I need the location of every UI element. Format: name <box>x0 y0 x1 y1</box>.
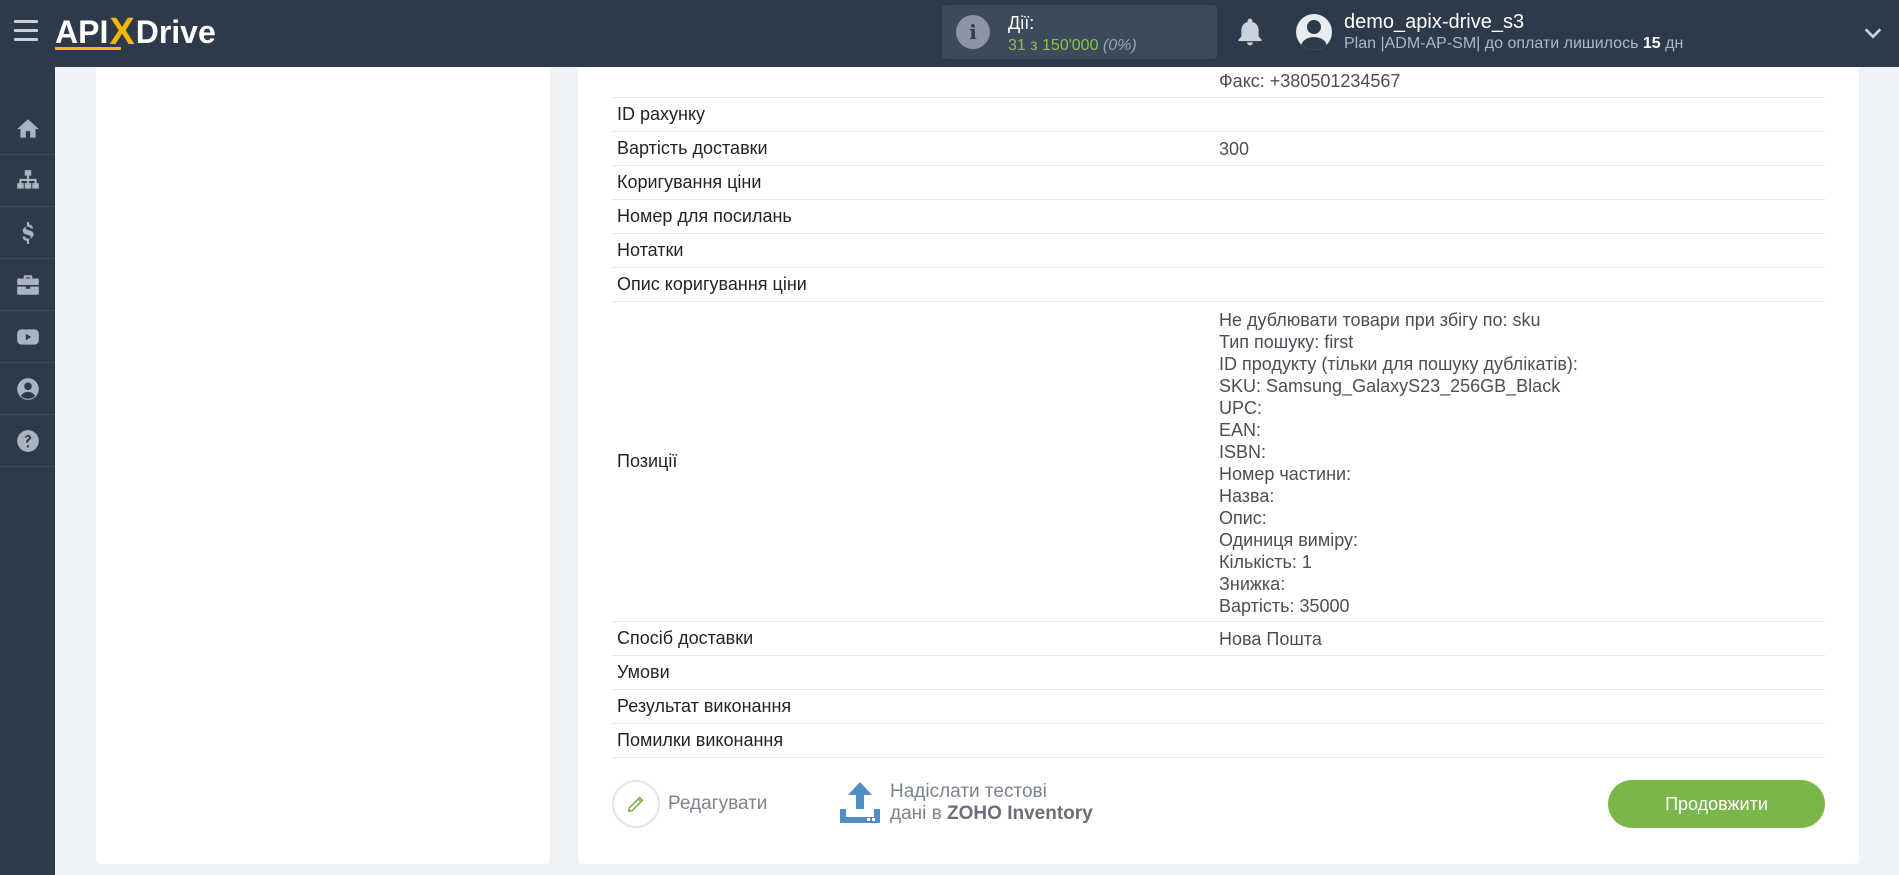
field-name: Позиції <box>617 451 678 471</box>
sidebar-item-connections[interactable] <box>0 155 55 207</box>
sidebar-item-video[interactable] <box>0 311 55 363</box>
sitemap-icon <box>16 169 39 189</box>
position-line: Тип пошуку: first <box>1219 332 1354 352</box>
table-row: ID рахунку <box>612 98 1825 132</box>
sidebar-item-services[interactable] <box>0 259 55 311</box>
table-row: Номер для посилань <box>612 200 1825 234</box>
actions-count: 31 з 150'000 (0%) <box>1008 37 1137 54</box>
pencil-icon <box>612 780 660 828</box>
user-avatar-icon[interactable] <box>1296 14 1332 50</box>
field-name: Умови <box>617 662 670 682</box>
position-line: ID продукту (тільки для пошуку дублікаті… <box>1219 354 1578 374</box>
main-panel: Факс: +380501234567 ID рахунку Вартість … <box>578 67 1859 864</box>
table-row: Умови <box>612 656 1825 690</box>
position-line: Знижка: <box>1219 574 1286 594</box>
left-panel <box>96 67 550 864</box>
position-line: Назва: <box>1219 486 1275 506</box>
position-line: Опис: <box>1219 508 1267 528</box>
position-line: UPC: <box>1219 398 1263 418</box>
field-name: Коригування ціни <box>617 172 762 192</box>
actions-label: Дії: <box>1008 13 1035 33</box>
field-name: Спосіб доставки <box>617 628 754 648</box>
position-line: Номер частини: <box>1219 464 1352 484</box>
position-line: Вартість: 35000 <box>1219 596 1350 616</box>
dollar-icon <box>21 221 34 244</box>
field-name: Помилки виконання <box>617 730 784 750</box>
field-value <box>1219 656 1825 689</box>
position-line: EAN: <box>1219 420 1262 440</box>
field-value <box>1219 690 1825 723</box>
field-name: Результат виконання <box>617 696 792 716</box>
user-circle-icon <box>16 377 39 400</box>
field-value <box>1219 200 1825 233</box>
field-name: ID рахунку <box>617 104 706 124</box>
field-value <box>1219 724 1825 757</box>
sidebar-item-billing[interactable] <box>0 207 55 259</box>
field-value <box>1219 98 1825 131</box>
table-row: Нотатки <box>612 234 1825 268</box>
bell-icon[interactable] <box>1234 16 1266 48</box>
table-row: Опис коригування ціни <box>612 268 1825 302</box>
send-test-data-label: Надіслати тестові дані в ZOHO Inventory <box>890 781 1093 824</box>
table-row: Вартість доставки 300 <box>612 132 1825 166</box>
sidebar-item-help[interactable] <box>0 415 55 467</box>
field-name: Опис коригування ціни <box>617 274 807 294</box>
table-row-positions: Позиції Не дублювати товари при збігу по… <box>612 302 1825 622</box>
field-name <box>612 67 1219 97</box>
edit-button[interactable]: Редагувати <box>612 780 767 828</box>
position-line: SKU: Samsung_GalaxyS23_256GB_Black <box>1219 376 1561 396</box>
position-line: Одиниця виміру: <box>1219 530 1359 550</box>
question-icon <box>16 429 39 452</box>
send-test-data-button[interactable]: Надіслати тестові дані в ZOHO Inventory <box>836 779 1093 827</box>
sidebar <box>0 67 55 875</box>
chevron-down-icon[interactable] <box>1862 22 1884 44</box>
briefcase-icon <box>16 274 39 295</box>
sidebar-item-home[interactable] <box>0 103 55 155</box>
table-row: Спосіб доставки Нова Пошта <box>612 622 1825 656</box>
position-line: Не дублювати товари при збігу по: sku <box>1219 310 1541 330</box>
field-value: Факс: +380501234567 <box>1219 71 1401 91</box>
field-name: Номер для посилань <box>617 206 792 226</box>
edit-label: Редагувати <box>668 793 768 814</box>
plan-info: Plan |ADM-AP-SM| до оплати лишилось 15 д… <box>1344 35 1684 52</box>
youtube-icon <box>16 328 39 345</box>
sidebar-item-profile[interactable] <box>0 363 55 415</box>
position-line: Кількість: 1 <box>1219 552 1312 572</box>
field-value: 300 <box>1219 138 1250 159</box>
table-row: Помилки виконання <box>612 724 1825 758</box>
field-value-positions: Не дублювати товари при збігу по: sku Ти… <box>1219 302 1825 621</box>
field-value <box>1219 268 1825 301</box>
table-row: Факс: +380501234567 <box>612 67 1825 98</box>
top-header: API X Drive i Дії: 31 з 150'000 (0%) demo_… <box>0 0 1899 67</box>
field-name: Нотатки <box>617 240 684 260</box>
upload-icon <box>840 782 880 823</box>
continue-button[interactable]: Продовжити <box>1608 780 1825 828</box>
home-icon <box>16 118 39 138</box>
test-data-table: Факс: +380501234567 ID рахунку Вартість … <box>612 67 1825 758</box>
apix-drive-logo[interactable]: API X Drive <box>55 10 216 54</box>
info-icon: i <box>956 15 990 49</box>
table-row: Коригування ціни <box>612 166 1825 200</box>
table-row: Результат виконання <box>612 690 1825 724</box>
hamburger-menu-icon[interactable] <box>14 20 38 42</box>
actions-counter: i Дії: 31 з 150'000 (0%) <box>942 5 1217 59</box>
username[interactable]: demo_apix-drive_s3 <box>1344 11 1524 34</box>
field-value <box>1219 234 1825 267</box>
field-value <box>1219 166 1825 199</box>
field-value: Нова Пошта <box>1219 628 1322 649</box>
position-line: ISBN: <box>1219 442 1267 462</box>
field-name: Вартість доставки <box>617 138 768 158</box>
